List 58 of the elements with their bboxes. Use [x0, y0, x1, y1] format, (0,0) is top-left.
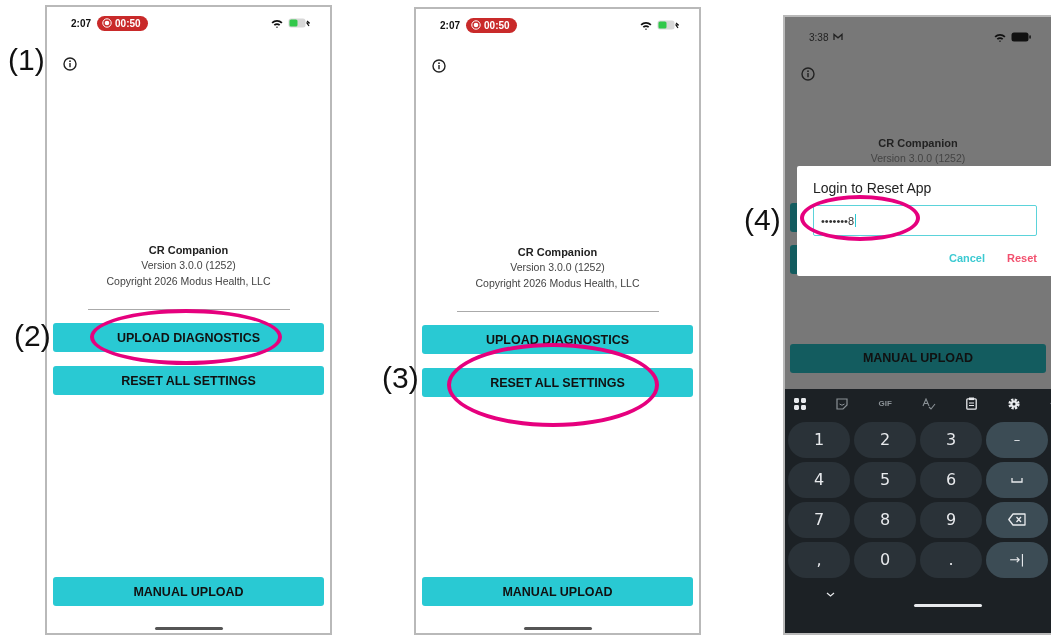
- action-button[interactable]: UPLOAD DIAGNOSTICS: [53, 323, 324, 352]
- wifi-icon: [994, 32, 1006, 42]
- keyboard-key[interactable]: 0: [854, 541, 916, 578]
- space-bar-icon: [1011, 476, 1023, 483]
- keyboard-key[interactable]: 2: [854, 421, 916, 458]
- clipboard-icon[interactable]: [966, 397, 978, 410]
- keyboard-key[interactable]: 4: [788, 461, 850, 498]
- record-icon: [102, 18, 112, 28]
- keyboard-key[interactable]: 1: [788, 421, 850, 458]
- status-time: 2:07: [440, 19, 460, 31]
- version-text: Version 3.0.0 (1252): [140, 258, 237, 273]
- backspace-icon: [1008, 513, 1026, 526]
- sticker-icon[interactable]: [836, 397, 849, 410]
- recording-indicator: 00:50: [466, 17, 517, 33]
- step-label: (3): [382, 361, 419, 395]
- chevron-down-icon[interactable]: [826, 591, 835, 597]
- status-time: 2:07: [71, 17, 91, 29]
- keyboard-key[interactable]: 5: [854, 461, 916, 498]
- wifi-icon: [271, 18, 283, 28]
- record-icon: [471, 20, 481, 30]
- keyboard-key[interactable]: →|: [986, 541, 1048, 578]
- recording-indicator: 00:50: [97, 15, 148, 31]
- app-name: CR Companion: [877, 136, 959, 151]
- settings-icon[interactable]: [1007, 397, 1020, 410]
- keyboard-key[interactable]: –: [986, 421, 1048, 458]
- version-text: Version 3.0.0 (1252): [509, 260, 606, 275]
- password-field[interactable]: •••••••8: [813, 205, 1037, 236]
- spellcheck-icon[interactable]: [922, 397, 937, 410]
- home-indicator: [914, 603, 982, 607]
- keyboard-key[interactable]: 3: [920, 421, 982, 458]
- app-name: CR Companion: [516, 245, 599, 260]
- step-label: (1): [8, 43, 45, 77]
- manual-upload-button[interactable]: MANUAL UPLOAD: [422, 577, 693, 606]
- keyboard-key[interactable]: 6: [920, 461, 982, 498]
- keyboard-key[interactable]: 8: [854, 501, 916, 538]
- app-name: CR Companion: [147, 243, 230, 258]
- status-time: 3:38: [809, 31, 829, 43]
- keyboard-key[interactable]: [986, 501, 1048, 538]
- home-indicator: [154, 627, 223, 630]
- grid-icon[interactable]: [794, 397, 806, 410]
- keyboard-key[interactable]: 7: [788, 501, 850, 538]
- gif-button[interactable]: GIF: [878, 399, 892, 408]
- keyboard-key[interactable]: .: [920, 541, 982, 578]
- info-icon[interactable]: [432, 59, 446, 73]
- dialog-title: Login to Reset App: [813, 180, 933, 196]
- action-button[interactable]: RESET ALL SETTINGS: [422, 368, 693, 397]
- wifi-icon: [640, 20, 652, 30]
- info-icon[interactable]: [63, 57, 77, 71]
- action-button[interactable]: UPLOAD DIAGNOSTICS: [422, 325, 693, 354]
- step-label: (2): [14, 319, 51, 353]
- home-indicator: [523, 627, 592, 630]
- step-label: (4): [744, 203, 781, 237]
- copyright-text: Copyright 2026 Modus Health, LLC: [474, 275, 641, 291]
- copyright-text: Copyright 2026 Modus Health, LLC: [105, 273, 272, 289]
- keyboard-key[interactable]: 9: [920, 501, 982, 538]
- keyboard-key[interactable]: ,: [788, 541, 850, 578]
- action-button[interactable]: RESET ALL SETTINGS: [53, 366, 324, 395]
- manual-upload-button[interactable]: MANUAL UPLOAD: [53, 577, 324, 606]
